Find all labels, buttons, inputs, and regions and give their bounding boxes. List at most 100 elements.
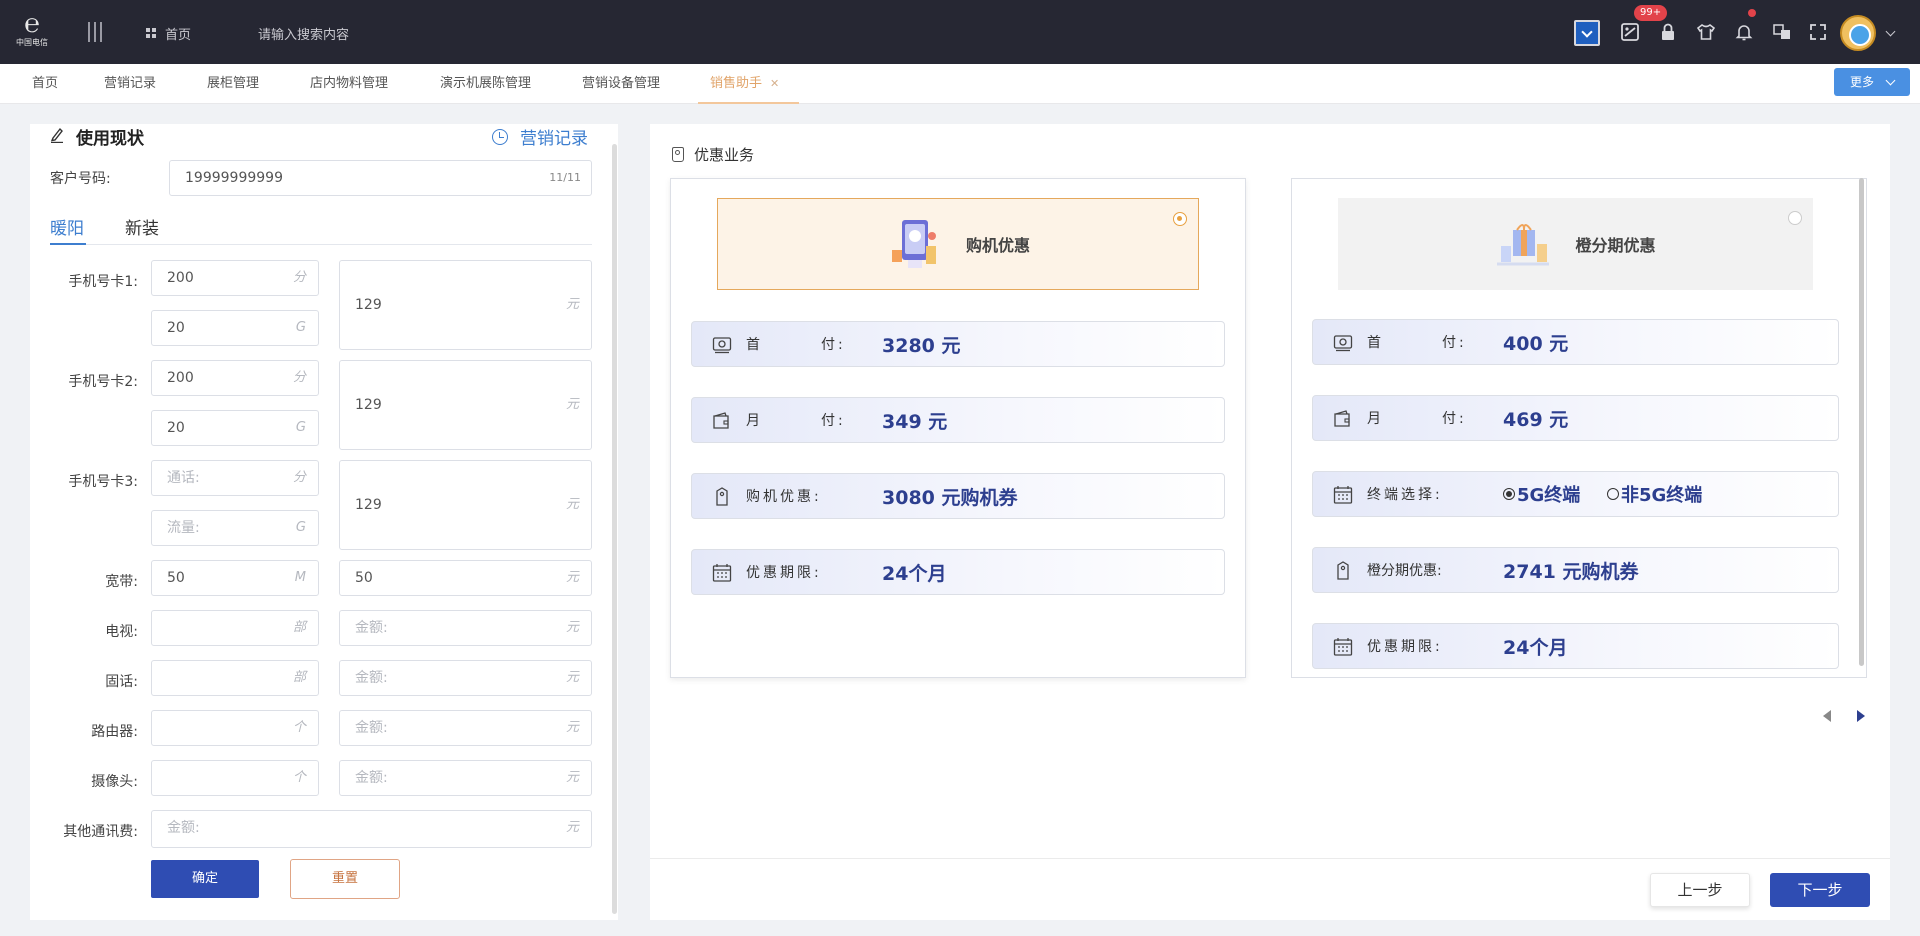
phone-card-3-flow-input[interactable]: 流量: G: [151, 510, 319, 546]
customer-number-input[interactable]: 19999999999 11/11: [169, 160, 592, 196]
confirm-button[interactable]: 确定: [151, 860, 259, 898]
phone-card-1-fee-value: 129: [355, 297, 382, 313]
subtab-active-indicator: [50, 243, 86, 245]
broadband-speed-input[interactable]: 50 M: [151, 560, 319, 596]
tv-count-input[interactable]: 部: [151, 610, 319, 646]
previous-step-button[interactable]: 上一步: [1650, 873, 1750, 907]
broadband-speed-value: 50: [167, 570, 185, 586]
installment-monthly-row: 月 付: 469 元: [1312, 395, 1839, 441]
router-count-input[interactable]: 个: [151, 710, 319, 746]
screenshot-icon[interactable]: [1620, 22, 1640, 42]
carousel-next-icon[interactable]: [1857, 710, 1865, 722]
tab-store-materials[interactable]: 店内物料管理: [310, 64, 388, 104]
char-counter: 11/11: [549, 171, 581, 184]
notification-dot: [1748, 9, 1756, 17]
purchase-offer-header[interactable]: 购机优惠: [717, 198, 1199, 290]
clock-icon: [492, 128, 508, 145]
bell-icon[interactable]: [1734, 22, 1754, 42]
next-step-button[interactable]: 下一步: [1770, 873, 1870, 907]
router-amount-input[interactable]: 金额: 元: [339, 710, 592, 746]
cash-icon: [712, 337, 732, 354]
checkbox-toggle-icon[interactable]: [1574, 20, 1600, 46]
left-panel-scrollbar[interactable]: [612, 144, 617, 914]
router-label: 路由器:: [91, 724, 138, 740]
installment-down-value: 400 元: [1503, 332, 1569, 355]
offers-scrollbar[interactable]: [1859, 178, 1864, 666]
subtab-divider: [50, 244, 592, 245]
installment-offer-radio[interactable]: [1788, 211, 1802, 225]
offers-title: 优惠业务: [672, 144, 754, 165]
tab-sales-assistant[interactable]: 销售助手 ✕: [697, 64, 800, 104]
phone-card-3-call-placeholder: 通话:: [167, 470, 200, 486]
customer-number-label: 客户号码:: [50, 171, 111, 187]
marketing-record-link[interactable]: 营销记录: [492, 124, 588, 149]
lock-icon[interactable]: [1658, 22, 1678, 42]
purchase-discount-row: 购机优惠: 3080 元购机券: [691, 473, 1225, 519]
down-label-b: 付:: [1442, 335, 1467, 351]
phone-card-3-label: 手机号卡3:: [68, 474, 138, 490]
tab-home[interactable]: 首页: [32, 64, 58, 104]
purchase-term-label: 优惠期限:: [746, 565, 822, 581]
camera-amount-input[interactable]: 金额: 元: [339, 760, 592, 796]
landline-label: 固话:: [105, 674, 138, 690]
subtab-nuanyang[interactable]: 暖阳: [50, 214, 84, 239]
user-avatar[interactable]: [1840, 15, 1876, 51]
tab-marketing-records[interactable]: 营销记录: [104, 64, 156, 104]
phone-card-3-flow-placeholder: 流量:: [167, 520, 200, 536]
terminal-5g-option[interactable]: 5G终端: [1503, 481, 1580, 507]
home-nav-label: 首页: [165, 27, 192, 43]
carousel-prev-icon[interactable]: [1823, 710, 1831, 722]
phone-card-2-call-input[interactable]: 200 分: [151, 360, 319, 396]
purchase-offer-radio[interactable]: [1173, 212, 1187, 226]
purchase-down-label: 首 付:: [746, 334, 846, 354]
fullscreen-icon[interactable]: [1808, 22, 1828, 42]
landline-amount-input[interactable]: 金额: 元: [339, 660, 592, 696]
broadband-fee-value: 50: [355, 570, 373, 586]
unit-label: 元: [565, 397, 579, 412]
radio-unselected-icon: [1607, 488, 1619, 500]
installment-discount-label: 橙分期优惠:: [1367, 563, 1442, 579]
tv-amount-input[interactable]: 金额: 元: [339, 610, 592, 646]
phone-card-3-call-input[interactable]: 通话: 分: [151, 460, 319, 496]
broadband-label: 宽带:: [105, 574, 138, 590]
menu-toggle-icon[interactable]: [88, 22, 104, 42]
tab-sales-assistant-label: 销售助手: [710, 76, 763, 91]
broadband-fee-input[interactable]: 50 元: [339, 560, 592, 596]
close-tab-icon[interactable]: ✕: [770, 77, 779, 90]
unit-label: 元: [565, 570, 579, 585]
phone-card-2-flow-input[interactable]: 20 G: [151, 410, 319, 446]
camera-count-input[interactable]: 个: [151, 760, 319, 796]
purchase-monthly-row: 月 付: 349 元: [691, 397, 1225, 443]
cash-icon: [1333, 335, 1353, 352]
phone-card-1-fee-input[interactable]: 129 元: [339, 260, 592, 350]
reset-button[interactable]: 重置: [290, 859, 400, 899]
month-label-b: 付:: [1442, 411, 1467, 427]
phone-card-1-call-input[interactable]: 200 分: [151, 260, 319, 296]
tag-icon: [672, 147, 684, 162]
phone-card-1-flow-input[interactable]: 20 G: [151, 310, 319, 346]
phone-card-2-fee-input[interactable]: 129 元: [339, 360, 592, 450]
language-switch-icon[interactable]: [1772, 22, 1792, 42]
more-tabs-button[interactable]: 更多: [1834, 68, 1910, 96]
purchase-down-value: 3280 元: [882, 334, 961, 357]
subtab-new-install[interactable]: 新装: [125, 214, 159, 239]
amount-placeholder: 金额:: [167, 820, 200, 836]
tab-showcase-management[interactable]: 展柜管理: [207, 64, 259, 104]
landline-count-input[interactable]: 部: [151, 660, 319, 696]
phone-card-3-fee-input[interactable]: 129 元: [339, 460, 592, 550]
global-search-input[interactable]: 请输入搜索内容: [258, 24, 349, 43]
amount-placeholder: 金额:: [355, 720, 388, 736]
home-nav-link[interactable]: 首页: [146, 24, 192, 43]
tab-marketing-devices[interactable]: 营销设备管理: [582, 64, 660, 104]
gift-installment-illustration-icon: [1497, 224, 1550, 266]
china-telecom-logo[interactable]: ℮ 中国电信: [12, 10, 52, 54]
shirt-icon[interactable]: [1696, 22, 1716, 42]
tab-demo-device-display[interactable]: 演示机展陈管理: [440, 64, 531, 104]
purchase-down-payment-row: 首 付: 3280 元: [691, 321, 1225, 367]
other-fee-input[interactable]: 金额: 元: [151, 810, 592, 848]
installment-offer-header[interactable]: 橙分期优惠: [1338, 198, 1813, 290]
phone-card-1-flow-value: 20: [167, 320, 185, 336]
unit-label: G: [295, 420, 306, 435]
month-label-a: 月: [746, 413, 763, 429]
terminal-non5g-option[interactable]: 非5G终端: [1607, 481, 1702, 507]
